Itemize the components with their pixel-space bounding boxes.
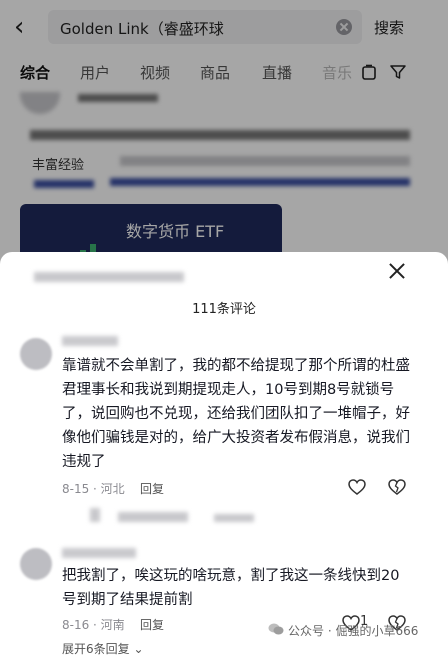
comment-count: 111条评论: [192, 302, 256, 317]
blurred-reply-avatar: [90, 508, 100, 522]
avatar[interactable]: [20, 338, 52, 370]
chevron-down-icon: ⌄: [133, 642, 144, 656]
comment-meta: 8-15 · 河北: [62, 482, 125, 496]
reply-button[interactable]: 回复: [140, 480, 164, 497]
close-icon[interactable]: [388, 262, 406, 280]
comment-sheet: 111条评论 靠谱就不会单割了，我的都不给提现了那个所谓的杜盛君理事长和我说到期…: [0, 252, 448, 656]
watermark-text: 公众号 · 倔强的小草666: [288, 624, 419, 638]
comment-meta: 8-16 · 河南: [62, 618, 125, 632]
comment-username[interactable]: [62, 336, 118, 346]
comment-username[interactable]: [62, 548, 136, 558]
comment-text: 靠谱就不会单割了，我的都不给提现了那个所谓的杜盛君理事长和我说到期提现走人，10…: [62, 358, 410, 470]
reply-button[interactable]: 回复: [140, 616, 164, 633]
expand-replies-label: 展开6条回复: [62, 642, 130, 656]
blurred-reply: [118, 512, 188, 522]
dim-overlay[interactable]: [0, 0, 448, 272]
heart-icon[interactable]: [348, 478, 366, 496]
wechat-icon: [268, 623, 284, 635]
blurred-header: [34, 272, 184, 282]
comment-text: 把我割了，唉这玩的啥玩意，割了我这一条线快到20号到期了结果提前割: [62, 568, 400, 608]
broken-heart-icon[interactable]: [388, 478, 406, 496]
expand-replies-button[interactable]: 展开6条回复 ⌄: [62, 640, 144, 656]
avatar[interactable]: [20, 548, 52, 580]
blurred-reply: [214, 514, 254, 522]
